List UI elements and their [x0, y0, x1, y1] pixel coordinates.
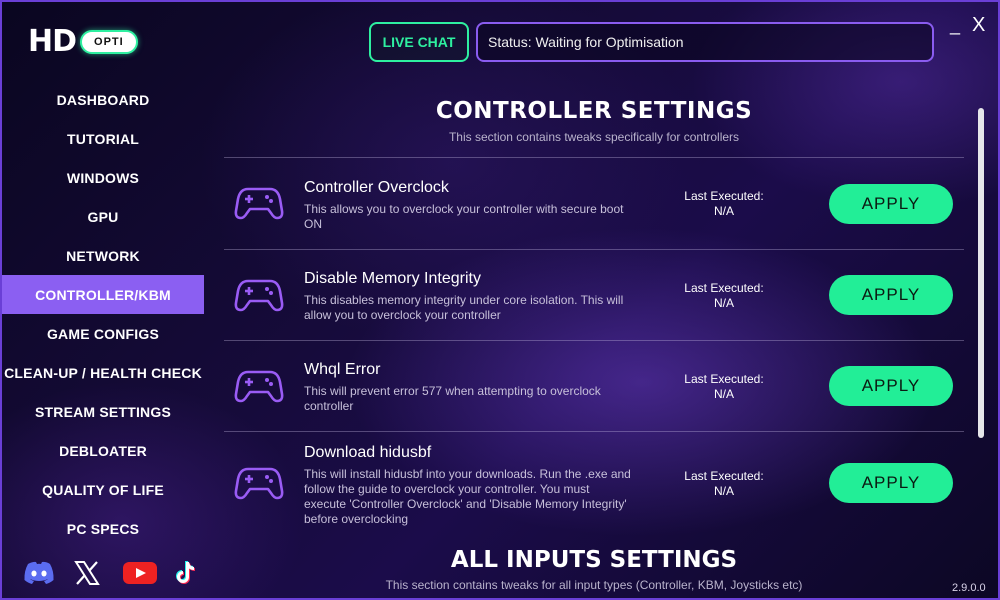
last-executed: Last Executed: N/A — [664, 281, 784, 311]
gamepad-icon — [234, 365, 284, 410]
sidebar-item-debloater[interactable]: DEBLOATER — [2, 431, 204, 470]
tweak-row-download-hidusbf: Download hidusbf This will install hidus… — [224, 431, 964, 531]
last-executed: Last Executed: N/A — [664, 372, 784, 402]
logo-hd-text: HD — [28, 24, 77, 59]
app-window: HD OPTI LIVE CHAT Status: Waiting for Op… — [0, 0, 1000, 600]
tweak-description: This allows you to overclock your contro… — [304, 202, 624, 231]
scrollbar-thumb[interactable] — [978, 108, 984, 438]
sidebar-item-clean-up[interactable]: CLEAN-UP / HEALTH CHECK — [2, 353, 204, 392]
last-executed-label: Last Executed: — [684, 189, 764, 203]
tweak-title: Whql Error — [304, 361, 381, 378]
social-links — [22, 558, 222, 588]
last-executed-label: Last Executed: — [684, 469, 764, 483]
last-executed-value: N/A — [713, 484, 734, 498]
last-executed: Last Executed: N/A — [664, 469, 784, 499]
apply-button[interactable]: APPLY — [829, 184, 953, 224]
tiktok-icon[interactable] — [172, 558, 222, 588]
last-executed-label: Last Executed: — [684, 281, 764, 295]
status-text: Status: Waiting for Optimisation — [488, 34, 684, 50]
apply-button[interactable]: APPLY — [829, 463, 953, 503]
status-field: Status: Waiting for Optimisation — [476, 22, 934, 62]
gamepad-icon — [234, 274, 284, 319]
sidebar-nav: DASHBOARD TUTORIAL WINDOWS GPU NETWORK C… — [2, 80, 204, 548]
tweak-description: This will install hidusbf into your down… — [304, 467, 631, 526]
sidebar-item-network[interactable]: NETWORK — [2, 236, 204, 275]
discord-icon[interactable] — [22, 558, 72, 588]
sidebar-item-quality-of-life[interactable]: QUALITY OF LIFE — [2, 470, 204, 509]
sidebar-item-dashboard[interactable]: DASHBOARD — [2, 80, 204, 119]
tweak-title: Controller Overclock — [304, 179, 449, 196]
tweak-row-disable-memory-integrity: Disable Memory Integrity This disables m… — [224, 249, 964, 340]
apply-button[interactable]: APPLY — [829, 275, 953, 315]
tweak-description: This disables memory integrity under cor… — [304, 293, 624, 322]
controller-section-header: CONTROLLER SETTINGS This section contain… — [224, 98, 964, 144]
inputs-section-title: ALL INPUTS SETTINGS — [450, 547, 738, 573]
sidebar-item-pc-specs[interactable]: PC SPECS — [2, 509, 204, 548]
tweak-row-controller-overclock: Controller Overclock This allows you to … — [224, 157, 964, 249]
version-label: 2.9.0.0 — [952, 582, 986, 594]
sidebar-item-controller-kbm[interactable]: CONTROLLER/KBM — [2, 275, 204, 314]
x-icon[interactable] — [72, 558, 122, 588]
live-chat-button[interactable]: LIVE CHAT — [369, 22, 469, 62]
tweak-title: Disable Memory Integrity — [304, 270, 481, 287]
sidebar-item-windows[interactable]: WINDOWS — [2, 158, 204, 197]
tweak-title: Download hidusbf — [304, 444, 432, 461]
apply-button[interactable]: APPLY — [829, 366, 953, 406]
inputs-section-subtitle: This section contains tweaks for all inp… — [385, 578, 803, 592]
last-executed-value: N/A — [713, 204, 734, 218]
tweak-row-whql-error: Whql Error This will prevent error 577 w… — [224, 340, 964, 431]
last-executed-value: N/A — [713, 296, 734, 310]
sidebar-item-tutorial[interactable]: TUTORIAL — [2, 119, 204, 158]
last-executed-value: N/A — [713, 387, 734, 401]
gamepad-icon — [234, 182, 284, 227]
youtube-icon[interactable] — [122, 558, 172, 588]
section-title: CONTROLLER SETTINGS — [435, 98, 753, 124]
gamepad-icon — [234, 462, 284, 507]
close-button[interactable]: X — [972, 15, 985, 35]
last-executed: Last Executed: N/A — [664, 189, 784, 219]
minimize-button[interactable]: _ — [950, 16, 960, 34]
sidebar-item-stream-settings[interactable]: STREAM SETTINGS — [2, 392, 204, 431]
logo-pill-text: OPTI — [80, 30, 138, 54]
last-executed-label: Last Executed: — [684, 372, 764, 386]
section-subtitle: This section contains tweaks specificall… — [448, 130, 740, 144]
sidebar-item-game-configs[interactable]: GAME CONFIGS — [2, 314, 204, 353]
sidebar-item-gpu[interactable]: GPU — [2, 197, 204, 236]
app-logo: HD OPTI — [28, 24, 138, 59]
tweak-description: This will prevent error 577 when attempt… — [304, 384, 601, 413]
